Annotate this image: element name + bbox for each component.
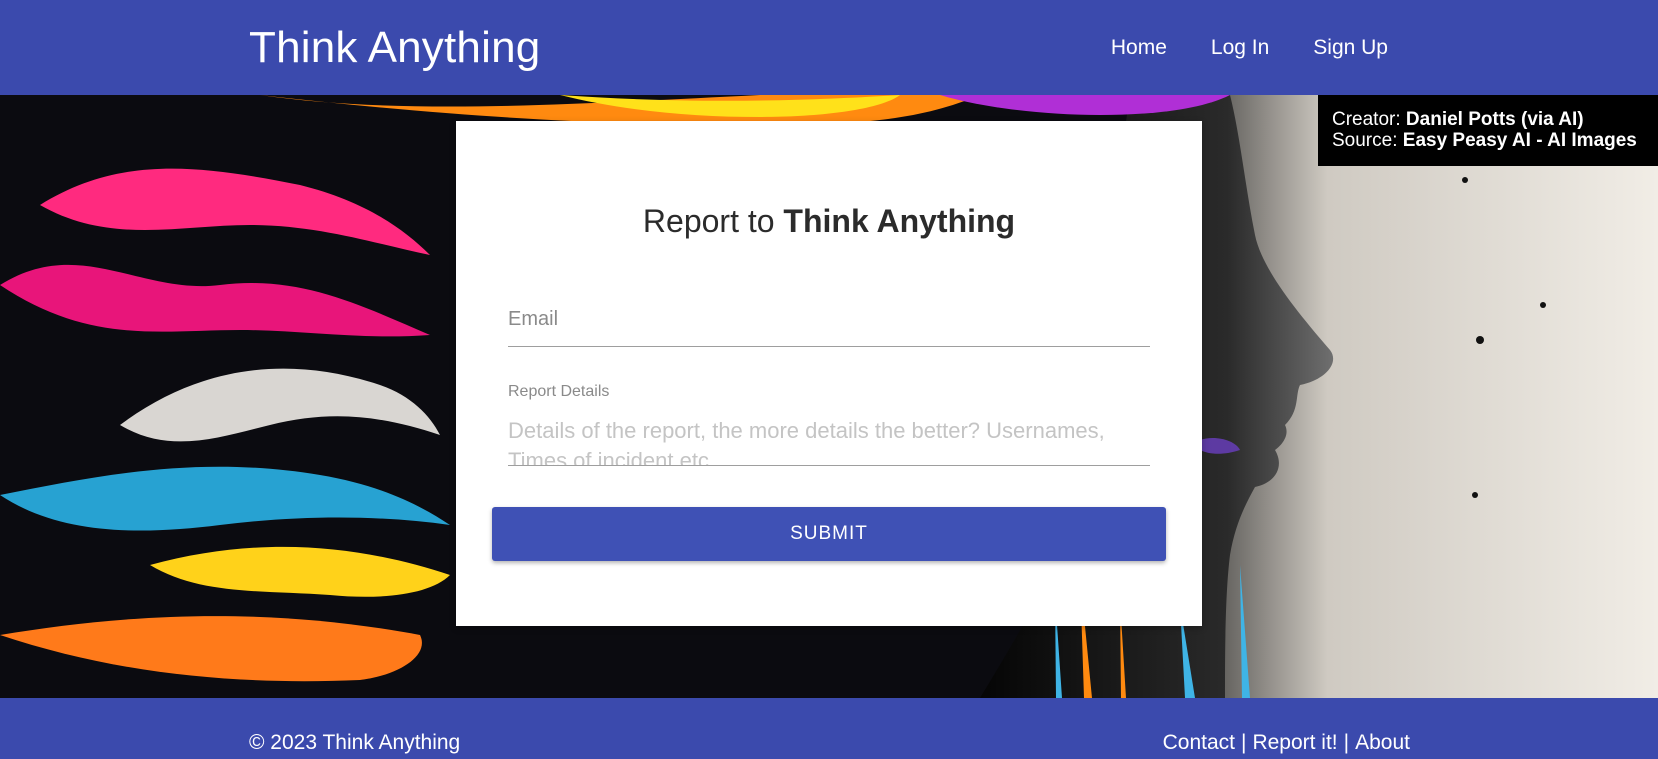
footer: © 2023 Think Anything Contact | Report it!… — [0, 698, 1658, 759]
credit-creator-value: Daniel Potts (via AI) — [1405, 109, 1584, 130]
top-navbar: Think Anything Home Log In Sign Up — [0, 0, 1658, 95]
nav-home-link[interactable]: Home — [1111, 34, 1167, 62]
credit-source-label: Source: — [1332, 130, 1398, 151]
credit-source-line: Source: Easy Peasy AI - AI Images — [1332, 130, 1644, 151]
footer-about-link[interactable]: About — [1355, 731, 1410, 754]
submit-button[interactable]: SUBMIT — [492, 507, 1166, 561]
email-field[interactable] — [508, 293, 1150, 347]
image-credit-box: Creator: Daniel Potts (via AI) Source: E… — [1318, 95, 1658, 166]
footer-separator: | — [1240, 731, 1247, 754]
copyright-text: © 2023 Think Anything — [249, 731, 461, 754]
nav-links: Home Log In Sign Up — [1111, 34, 1388, 62]
footer-report-link[interactable]: Report it! — [1252, 731, 1337, 754]
credit-creator-label: Creator: — [1332, 109, 1401, 130]
footer-separator: | — [1343, 731, 1350, 754]
form-title: Report to Think Anything — [456, 201, 1202, 241]
form-title-prefix: Report to — [642, 203, 775, 239]
nav-signup-link[interactable]: Sign Up — [1313, 34, 1388, 62]
report-form-card: Report to Think Anything Report Details … — [456, 121, 1202, 626]
form-title-brand: Think Anything — [783, 203, 1016, 239]
brand-logo-link[interactable]: Think Anything — [249, 22, 540, 74]
report-details-textarea[interactable] — [508, 416, 1150, 466]
footer-contact-link[interactable]: Contact — [1163, 731, 1235, 754]
report-details-label: Report Details — [508, 383, 610, 400]
credit-source-value: Easy Peasy AI - AI Images — [1402, 130, 1637, 151]
footer-links: Contact | Report it! | About — [1163, 731, 1410, 755]
nav-login-link[interactable]: Log In — [1211, 34, 1269, 62]
credit-creator-line: Creator: Daniel Potts (via AI) — [1332, 109, 1644, 130]
